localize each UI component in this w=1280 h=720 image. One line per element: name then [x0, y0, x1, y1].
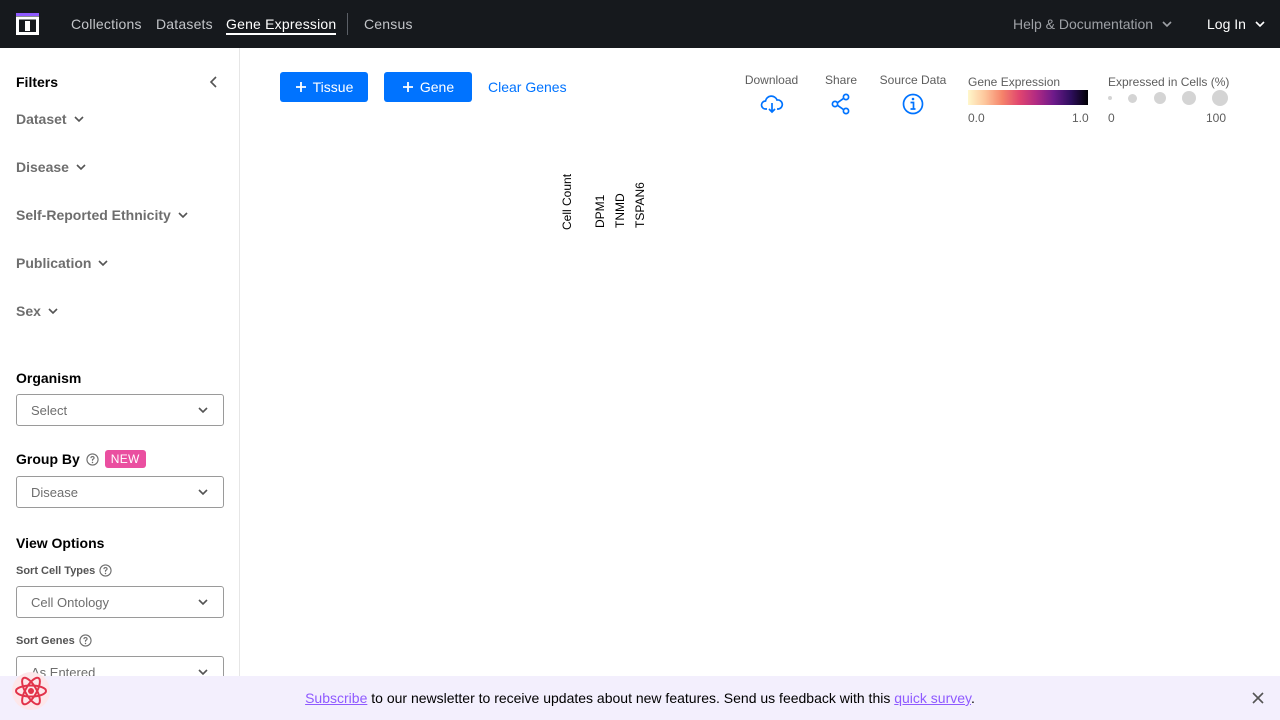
expressed-in-cells-legend-title: Expressed in Cells (%) [1108, 75, 1230, 89]
column-header-gene[interactable]: DPM1 [593, 195, 607, 228]
share-label: Share [824, 73, 858, 87]
filter-dataset[interactable]: Dataset [16, 111, 85, 127]
size-legend-dot [1128, 94, 1137, 103]
chevron-down-icon [198, 669, 208, 676]
new-badge: NEW [104, 450, 146, 468]
chevron-down-icon [76, 164, 86, 171]
newsletter-banner: Subscribe to our newsletter to receive u… [0, 676, 1280, 720]
expressed-max: 100 [1206, 111, 1227, 125]
gene-expression-min: 0.0 [968, 111, 985, 125]
react-devtools-icon[interactable] [10, 670, 52, 712]
download-button[interactable]: Download [743, 73, 800, 116]
chevron-down-icon [1255, 21, 1265, 28]
cellxgene-logo-icon[interactable] [16, 13, 39, 35]
chevron-down-icon [198, 599, 208, 606]
chevron-down-icon [1162, 21, 1172, 28]
expressed-min: 0 [1108, 111, 1115, 125]
column-header-cell-count: Cell Count [560, 173, 574, 230]
share-icon [831, 93, 850, 115]
add-tissue-label: Tissue [312, 79, 354, 95]
group-by-select-value: Disease [31, 484, 78, 500]
help-icon[interactable] [86, 452, 99, 466]
filter-disease-label: Disease [16, 159, 69, 175]
download-label: Download [744, 73, 799, 87]
plus-icon [402, 82, 413, 92]
filter-sex-label: Sex [16, 303, 41, 319]
chevron-down-icon [178, 212, 188, 219]
nav-link-collections[interactable]: Collections [71, 16, 142, 32]
filter-disease[interactable]: Disease [16, 159, 87, 175]
add-tissue-button[interactable]: Tissue [280, 72, 368, 102]
chevron-down-icon [198, 489, 208, 496]
nav-link-census[interactable]: Census [364, 16, 413, 32]
filter-publication[interactable]: Publication [16, 255, 109, 271]
add-gene-button[interactable]: Gene [384, 72, 472, 102]
sort-genes-label: Sort Genes [16, 634, 75, 647]
chevron-down-icon [98, 260, 109, 267]
size-legend-dot [1154, 92, 1166, 104]
column-header-gene[interactable]: TNMD [613, 193, 627, 228]
source-data-button[interactable]: Source Data [877, 73, 949, 116]
filters-title: Filters [16, 74, 59, 90]
cloud-download-icon [760, 95, 783, 114]
filter-ethnicity[interactable]: Self-Reported Ethnicity [16, 207, 189, 223]
filter-dataset-label: Dataset [16, 111, 67, 127]
filter-sex[interactable]: Sex [16, 303, 59, 319]
top-nav: Collections Datasets Gene Expression Cen… [0, 0, 1280, 48]
chevron-down-icon [74, 116, 84, 123]
nav-link-datasets[interactable]: Datasets [156, 16, 213, 32]
organism-select[interactable]: Select [16, 394, 224, 426]
help-documentation-label: Help & Documentation [1013, 16, 1154, 32]
filters-sidebar: Filters Dataset Disease Self-Reported Et… [0, 48, 240, 676]
sort-cell-types-label: Sort Cell Types [16, 564, 96, 577]
size-legend-dot [1182, 91, 1196, 105]
filter-ethnicity-label: Self-Reported Ethnicity [16, 207, 171, 223]
quick-survey-link[interactable]: quick survey [894, 690, 971, 706]
group-by-header: Group By NEW [16, 450, 146, 468]
group-by-title: Group By [16, 451, 80, 467]
sort-genes-header: Sort Genes [16, 634, 92, 647]
sort-cell-types-select[interactable]: Cell Ontology [16, 586, 224, 618]
help-icon[interactable] [99, 564, 112, 577]
organism-title: Organism [16, 370, 82, 386]
chevron-down-icon [198, 407, 208, 414]
source-data-label: Source Data [879, 73, 947, 87]
view-options-title: View Options [16, 535, 105, 551]
chevron-down-icon [48, 308, 58, 315]
login-label: Log In [1207, 16, 1246, 32]
filter-publication-label: Publication [16, 255, 92, 271]
close-icon[interactable] [1251, 691, 1265, 705]
clear-genes-button[interactable]: Clear Genes [488, 79, 567, 95]
banner-text: to our newsletter to receive updates abo… [367, 690, 895, 706]
sort-cell-types-value: Cell Ontology [31, 594, 110, 610]
gene-expression-legend-title: Gene Expression [968, 75, 1061, 89]
gene-expression-max: 1.0 [1072, 111, 1089, 125]
gene-expression-gradient [968, 90, 1088, 105]
size-legend-dot [1108, 96, 1112, 100]
sort-cell-types-header: Sort Cell Types [16, 564, 112, 577]
share-button[interactable]: Share [823, 73, 859, 116]
banner-end: . [971, 690, 975, 706]
info-icon [902, 93, 924, 115]
group-by-select[interactable]: Disease [16, 476, 224, 508]
nav-link-gene-expression[interactable]: Gene Expression [226, 16, 337, 35]
plus-icon [295, 82, 306, 92]
size-legend-dot [1212, 90, 1228, 106]
help-documentation-menu[interactable]: Help & Documentation [1013, 16, 1173, 32]
collapse-sidebar-icon[interactable] [206, 74, 222, 90]
help-icon[interactable] [79, 634, 92, 647]
column-header-gene[interactable]: TSPAN6 [633, 182, 647, 228]
banner-message: Subscribe to our newsletter to receive u… [305, 690, 975, 706]
subscribe-link[interactable]: Subscribe [305, 690, 367, 706]
organism-select-value: Select [31, 402, 68, 418]
nav-divider [347, 13, 348, 35]
login-menu[interactable]: Log In [1207, 16, 1266, 32]
add-gene-label: Gene [419, 79, 455, 95]
